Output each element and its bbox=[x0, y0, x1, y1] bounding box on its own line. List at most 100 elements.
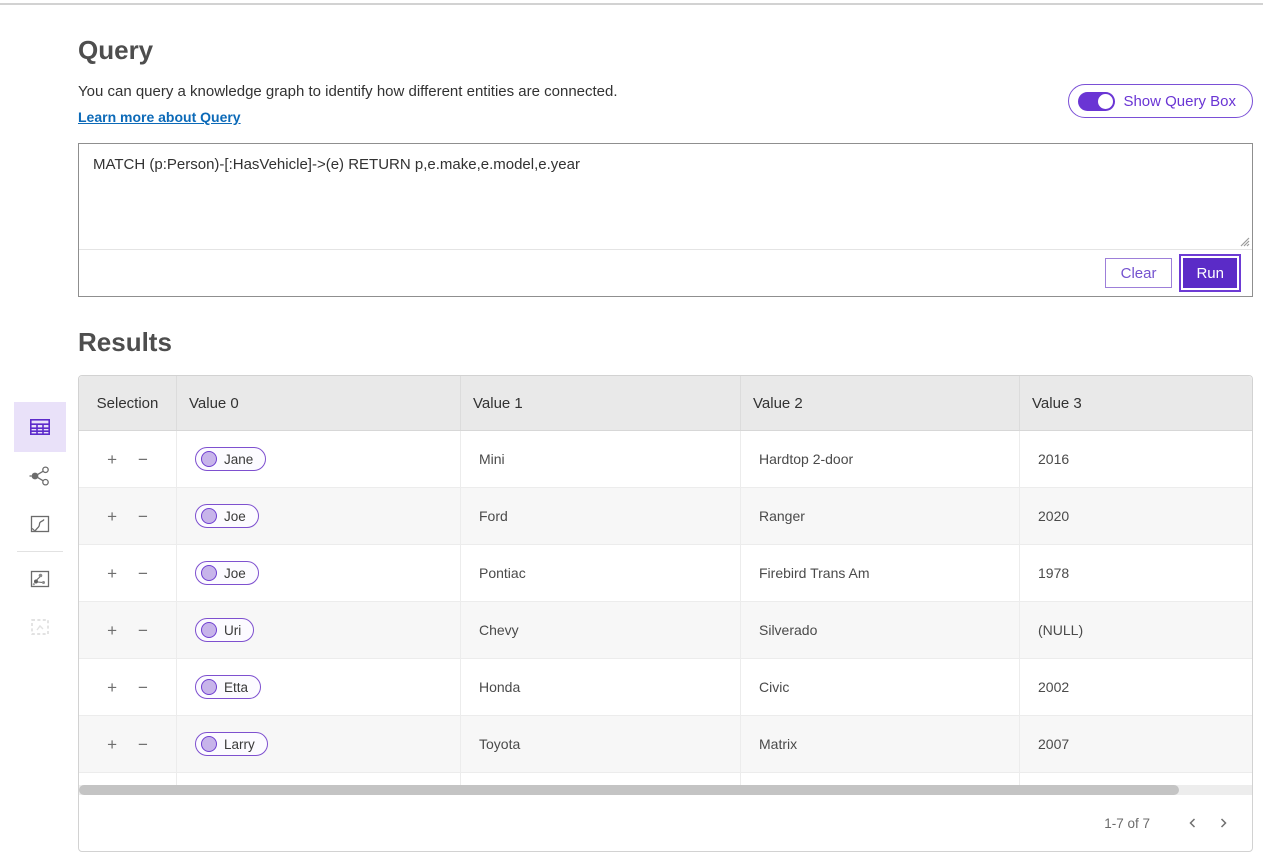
cell-value2: Civic bbox=[741, 659, 1020, 715]
entity-dot-icon bbox=[201, 565, 217, 581]
table-view-icon bbox=[27, 414, 53, 440]
column-header-value0: Value 0 bbox=[177, 376, 461, 430]
entity-dot-icon bbox=[201, 451, 217, 467]
entity-name: Uri bbox=[224, 623, 241, 638]
entity-dot-icon bbox=[201, 736, 217, 752]
entity-dot-icon bbox=[201, 508, 217, 524]
cell-value2: Matrix bbox=[741, 716, 1020, 772]
remove-from-selection-button[interactable]: − bbox=[136, 563, 150, 584]
previous-page-button[interactable] bbox=[1178, 812, 1208, 834]
cell-value2: Ranger bbox=[741, 488, 1020, 544]
clear-button[interactable]: Clear bbox=[1105, 258, 1173, 288]
query-input[interactable]: MATCH (p:Person)-[:HasVehicle]->(e) RETU… bbox=[79, 144, 1252, 249]
remove-from-selection-button[interactable]: − bbox=[136, 506, 150, 527]
view-item-new-view bbox=[14, 603, 66, 651]
new-view-icon bbox=[27, 614, 53, 640]
table-row: + − Joe Ford Ranger 2020 bbox=[79, 488, 1252, 545]
entity-chip[interactable]: Etta bbox=[195, 675, 261, 699]
resize-grip-icon[interactable] bbox=[1238, 235, 1250, 247]
show-query-box-toggle[interactable]: Show Query Box bbox=[1068, 84, 1253, 118]
column-header-value3: Value 3 bbox=[1020, 376, 1252, 430]
map-view-icon bbox=[27, 511, 53, 537]
page-top-border bbox=[0, 0, 1263, 5]
table-row: + − Etta Honda Civic 2002 bbox=[79, 659, 1252, 716]
view-sidebar-divider bbox=[17, 551, 63, 552]
toggle-knob bbox=[1098, 94, 1113, 109]
add-to-selection-button[interactable]: + bbox=[105, 506, 119, 527]
remove-from-selection-button[interactable]: − bbox=[136, 449, 150, 470]
entity-name: Etta bbox=[224, 680, 248, 695]
table-row: + − Larry Toyota Matrix 2007 bbox=[79, 716, 1252, 773]
toggle-label: Show Query Box bbox=[1123, 93, 1236, 110]
toggle-switch-icon bbox=[1078, 92, 1115, 111]
results-title: Results bbox=[78, 327, 1263, 358]
remove-from-selection-button[interactable]: − bbox=[136, 677, 150, 698]
entity-chip[interactable]: Uri bbox=[195, 618, 254, 642]
add-to-selection-button[interactable]: + bbox=[105, 449, 119, 470]
learn-more-link[interactable]: Learn more about Query bbox=[78, 109, 241, 125]
cell-value1: Chevy bbox=[461, 602, 741, 658]
next-page-button[interactable] bbox=[1208, 812, 1238, 834]
entity-chip[interactable]: Larry bbox=[195, 732, 268, 756]
view-sidebar bbox=[14, 402, 66, 651]
add-to-selection-button[interactable]: + bbox=[105, 563, 119, 584]
cell-value1: Mini bbox=[461, 431, 741, 487]
run-button[interactable]: Run bbox=[1181, 256, 1239, 290]
table-row: + − bbox=[79, 773, 1252, 785]
pagination-label: 1-7 of 7 bbox=[1104, 816, 1150, 831]
table-body: + − Jane Mini Hardtop 2-door 2016 + − Jo… bbox=[79, 431, 1252, 785]
table-header-row: Selection Value 0 Value 1 Value 2 Value … bbox=[79, 376, 1252, 431]
view-item-map[interactable] bbox=[14, 500, 66, 548]
add-to-selection-button[interactable]: + bbox=[105, 677, 119, 698]
cell-value2: Silverado bbox=[741, 602, 1020, 658]
add-to-selection-button[interactable]: + bbox=[105, 620, 119, 641]
entity-chip[interactable]: Joe bbox=[195, 504, 259, 528]
cell-value1: Honda bbox=[461, 659, 741, 715]
remove-from-selection-button[interactable]: − bbox=[136, 734, 150, 755]
chevron-left-icon bbox=[1186, 816, 1200, 830]
view-item-table[interactable] bbox=[14, 402, 66, 452]
table-row: + − Uri Chevy Silverado (NULL) bbox=[79, 602, 1252, 659]
cell-value3: 1978 bbox=[1020, 545, 1252, 601]
cell-value3: (NULL) bbox=[1020, 602, 1252, 658]
view-item-map-and-link-chart[interactable] bbox=[14, 555, 66, 603]
entity-dot-icon bbox=[201, 679, 217, 695]
cell-value3: 2020 bbox=[1020, 488, 1252, 544]
query-actions: Clear Run bbox=[79, 250, 1252, 296]
cell-value3: 2016 bbox=[1020, 431, 1252, 487]
remove-from-selection-button[interactable]: − bbox=[136, 620, 150, 641]
chevron-right-icon bbox=[1216, 816, 1230, 830]
page-title: Query bbox=[78, 35, 1263, 66]
column-header-selection: Selection bbox=[79, 376, 177, 430]
horizontal-scrollbar[interactable] bbox=[79, 785, 1252, 795]
link-chart-view-icon bbox=[27, 463, 53, 489]
map-and-link-chart-view-icon bbox=[27, 566, 53, 592]
table-footer: 1-7 of 7 bbox=[79, 795, 1252, 851]
query-box: MATCH (p:Person)-[:HasVehicle]->(e) RETU… bbox=[78, 143, 1253, 297]
table-row: + − Joe Pontiac Firebird Trans Am 1978 bbox=[79, 545, 1252, 602]
column-header-value1: Value 1 bbox=[461, 376, 741, 430]
entity-dot-icon bbox=[201, 622, 217, 638]
add-to-selection-button[interactable]: + bbox=[105, 734, 119, 755]
entity-name: Larry bbox=[224, 737, 255, 752]
entity-name: Joe bbox=[224, 509, 246, 524]
intro-row: You can query a knowledge graph to ident… bbox=[78, 83, 1253, 127]
query-input-area: MATCH (p:Person)-[:HasVehicle]->(e) RETU… bbox=[79, 144, 1252, 250]
page-description: You can query a knowledge graph to ident… bbox=[78, 83, 618, 100]
table-row: + − Jane Mini Hardtop 2-door 2016 bbox=[79, 431, 1252, 488]
cell-value3: 2002 bbox=[1020, 659, 1252, 715]
cell-value2: Hardtop 2-door bbox=[741, 431, 1020, 487]
entity-name: Jane bbox=[224, 452, 253, 467]
entity-chip[interactable]: Joe bbox=[195, 561, 259, 585]
entity-chip[interactable]: Jane bbox=[195, 447, 266, 471]
entity-name: Joe bbox=[224, 566, 246, 581]
results-section: Selection Value 0 Value 1 Value 2 Value … bbox=[78, 375, 1253, 852]
cell-value1: Pontiac bbox=[461, 545, 741, 601]
view-item-link-chart[interactable] bbox=[14, 452, 66, 500]
cell-value1: Ford bbox=[461, 488, 741, 544]
cell-value2: Firebird Trans Am bbox=[741, 545, 1020, 601]
column-header-value2: Value 2 bbox=[741, 376, 1020, 430]
horizontal-scrollbar-thumb[interactable] bbox=[79, 785, 1179, 795]
cell-value3: 2007 bbox=[1020, 716, 1252, 772]
cell-value3 bbox=[1020, 773, 1252, 785]
